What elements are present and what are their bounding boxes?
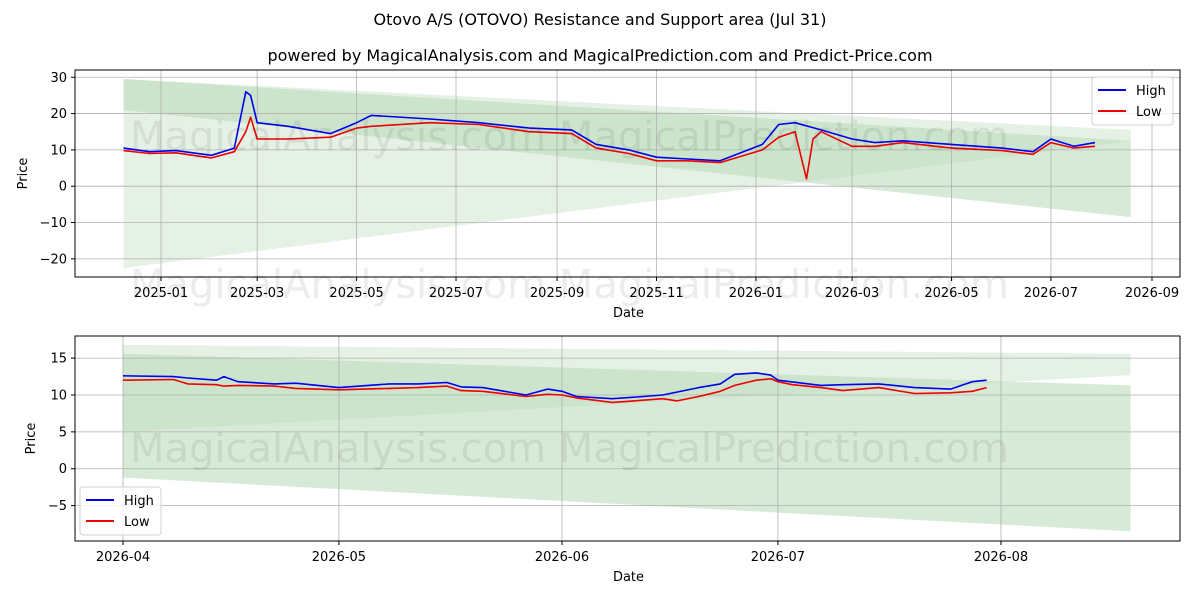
legend: High Low — [79, 486, 162, 536]
x-tick-label: 2026-09 — [1125, 286, 1179, 301]
legend-label-high: High — [124, 494, 154, 509]
y-axis-label: Price — [24, 423, 39, 455]
watermark-text: MagicalAnalysis.com MagicalPrediction.co… — [130, 426, 1009, 472]
chart-panel-top: 2025-01 2025-03 2025-05 2025-07 2025-09 2025-… — [16, 69, 1181, 321]
y-tick-label: −10 — [40, 216, 67, 231]
x-tick-label: 2026-05 — [312, 550, 366, 565]
legend-label-low: Low — [1136, 105, 1162, 120]
chart-canvas: 2025-01 2025-03 2025-05 2025-07 2025-09 2025-… — [16, 69, 1181, 585]
y-tick-label: 20 — [50, 107, 67, 122]
chart-panel-bottom: 2026-04 2026-05 2026-06 2026-07 2026-08 15 10 5… — [24, 335, 1181, 585]
x-tick-label: 2026-07 — [751, 550, 805, 565]
y-axis-label: Price — [16, 158, 31, 190]
x-tick-label: 2026-06 — [535, 550, 589, 565]
watermark-text: MagicalAnalysis.com MagicalPrediction.co… — [130, 262, 1009, 308]
x-tick-label: 2026-07 — [1024, 286, 1078, 301]
y-tick-label: 15 — [50, 352, 67, 367]
y-tick-label: 0 — [59, 180, 67, 195]
y-tick-label: 10 — [50, 388, 67, 403]
legend-label-high: High — [1136, 84, 1166, 99]
y-tick-label: 5 — [59, 425, 67, 440]
x-axis-label: Date — [613, 570, 644, 585]
y-tick-label: 10 — [50, 143, 67, 158]
y-tick-label: −5 — [48, 499, 67, 514]
y-tick-label: 0 — [59, 462, 67, 477]
watermark-text: MagicalAnalysis.com MagicalPrediction.co… — [130, 114, 1009, 160]
y-tick-label: 30 — [50, 71, 67, 86]
x-tick-label: 2026-08 — [974, 550, 1028, 565]
y-tick-label: −20 — [40, 252, 67, 267]
x-axis-label: Date — [613, 306, 644, 321]
legend-label-low: Low — [124, 515, 150, 530]
legend: High Low — [1091, 76, 1174, 126]
x-tick-label: 2026-04 — [96, 550, 150, 565]
